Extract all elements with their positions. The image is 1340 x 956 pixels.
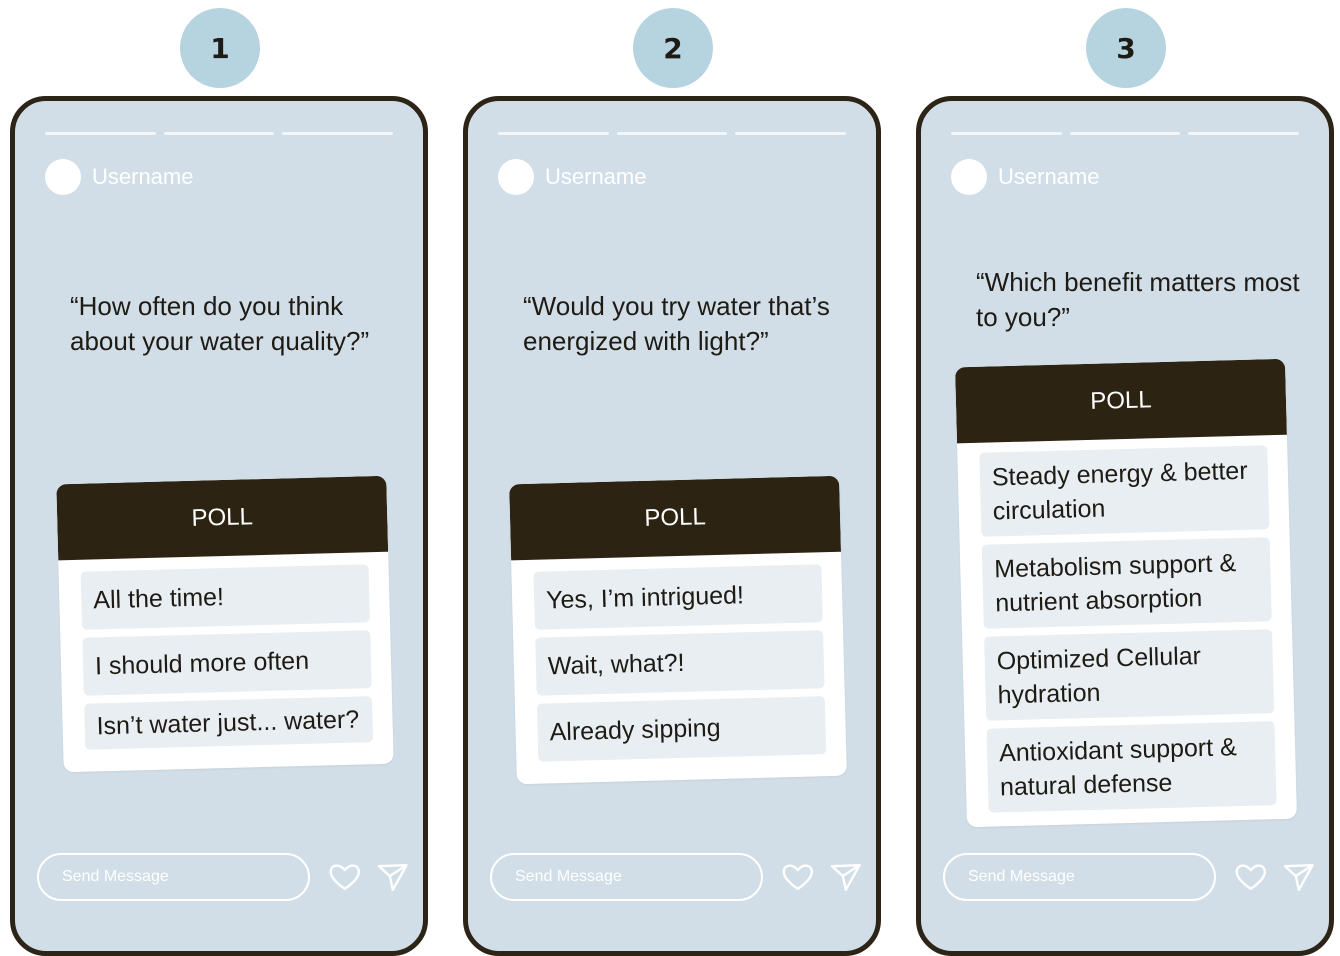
poll-option[interactable]: Steady energy & better circulation bbox=[979, 445, 1270, 537]
heart-icon[interactable] bbox=[328, 862, 362, 892]
progress-segment bbox=[1069, 132, 1181, 135]
avatar[interactable] bbox=[45, 159, 81, 195]
story-card-1: Username “How often do you think about y… bbox=[10, 96, 428, 956]
progress-segment bbox=[616, 132, 728, 135]
progress-segment bbox=[735, 132, 847, 135]
step-badge-1: 1 bbox=[180, 8, 260, 88]
send-message-input[interactable]: Send Message bbox=[37, 853, 310, 901]
progress-segment bbox=[951, 132, 1062, 135]
story-question: “Which benefit matters most to you?” bbox=[976, 267, 1300, 332]
progress-segment bbox=[498, 132, 609, 135]
story-footer: Send Message bbox=[943, 853, 1315, 901]
send-message-input[interactable]: Send Message bbox=[943, 853, 1216, 901]
story-user[interactable]: Username bbox=[951, 159, 1099, 195]
poll-option[interactable]: Antioxidant support & natural defense bbox=[986, 721, 1277, 813]
step-badge-3: 3 bbox=[1086, 8, 1166, 88]
story-question: “How often do you think about your water… bbox=[70, 291, 370, 356]
story-user[interactable]: Username bbox=[45, 159, 193, 195]
poll-sticker: POLL Yes, I’m intrigued! Wait, what?! Al… bbox=[509, 475, 847, 785]
poll-header: POLL bbox=[955, 358, 1287, 444]
story-question: “Would you try water that’s energized wi… bbox=[523, 291, 830, 356]
paper-plane-icon[interactable] bbox=[377, 862, 409, 892]
story-progress-bar bbox=[951, 132, 1300, 135]
avatar[interactable] bbox=[951, 159, 987, 195]
story-user[interactable]: Username bbox=[498, 159, 646, 195]
poll-option[interactable]: All the time! bbox=[80, 564, 371, 630]
avatar[interactable] bbox=[498, 159, 534, 195]
heart-icon[interactable] bbox=[1234, 862, 1268, 892]
story-card-3: Username “Which benefit matters most to … bbox=[916, 96, 1334, 956]
paper-plane-icon[interactable] bbox=[830, 862, 862, 892]
poll-option[interactable]: Yes, I’m intrigued! bbox=[533, 564, 823, 630]
poll-option[interactable]: Isn’t water just... water? bbox=[84, 696, 374, 750]
paper-plane-icon[interactable] bbox=[1283, 862, 1315, 892]
poll-header: POLL bbox=[509, 475, 842, 561]
poll-sticker: POLL All the time! I should more often I… bbox=[56, 475, 394, 773]
story-progress-bar bbox=[45, 132, 394, 135]
poll-option[interactable]: Already sipping bbox=[536, 696, 827, 762]
poll-header: POLL bbox=[56, 475, 389, 561]
poll-sticker: POLL Steady energy & better circulation … bbox=[955, 358, 1297, 828]
story-progress-bar bbox=[498, 132, 847, 135]
username[interactable]: Username bbox=[545, 164, 646, 190]
step-badge-2: 2 bbox=[633, 8, 713, 88]
poll-option[interactable]: Wait, what?! bbox=[535, 630, 825, 696]
username[interactable]: Username bbox=[998, 164, 1099, 190]
progress-segment bbox=[282, 132, 394, 135]
story-footer: Send Message bbox=[490, 853, 862, 901]
story-card-2: Username “Would you try water that’s ene… bbox=[463, 96, 881, 956]
progress-segment bbox=[45, 132, 156, 135]
progress-segment bbox=[163, 132, 275, 135]
poll-option[interactable]: Metabolism support & nutrient absorption bbox=[981, 537, 1272, 629]
send-message-input[interactable]: Send Message bbox=[490, 853, 763, 901]
poll-option[interactable]: I should more often bbox=[82, 630, 372, 696]
username[interactable]: Username bbox=[92, 164, 193, 190]
progress-segment bbox=[1188, 132, 1300, 135]
poll-option[interactable]: Optimized Cellular hydration bbox=[984, 629, 1275, 721]
story-footer: Send Message bbox=[37, 853, 409, 901]
heart-icon[interactable] bbox=[781, 862, 815, 892]
